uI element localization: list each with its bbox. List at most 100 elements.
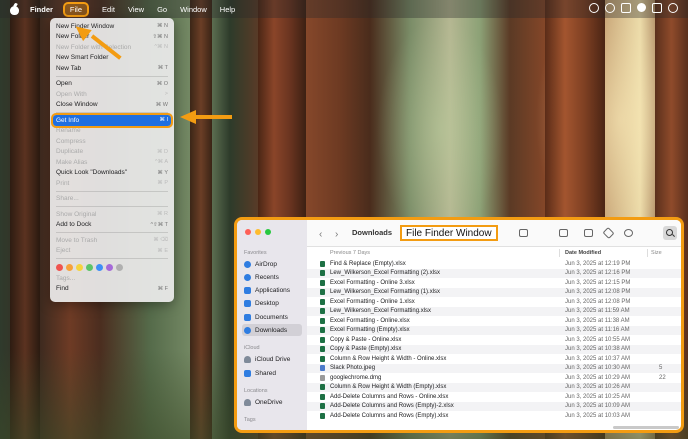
- sidebar-item-desktop[interactable]: Desktop: [242, 297, 302, 309]
- file-row[interactable]: Slack Photo.jpeg Jun 3, 2025 at 10:30 AM 5: [307, 363, 681, 373]
- file-row[interactable]: Add-Delete Columns and Rows (Empty)-2.xl…: [307, 401, 681, 411]
- menu-item-label: Print: [56, 179, 70, 187]
- file-row[interactable]: Copy & Paste - Online.xlsx Jun 3, 2025 at…: [307, 335, 681, 345]
- more-options-icon[interactable]: [624, 229, 633, 237]
- zoom-window-icon[interactable]: [265, 229, 271, 235]
- file-row[interactable]: Excel Formatting (Empty).xlsx Jun 3, 2025…: [307, 325, 681, 335]
- back-chevron-icon[interactable]: ‹: [319, 229, 322, 240]
- menu-separator: [56, 206, 168, 207]
- tag-color-dot[interactable]: [116, 263, 123, 271]
- menu-item-compress: Compress: [50, 136, 174, 147]
- forward-chevron-icon[interactable]: ›: [335, 229, 338, 240]
- file-row[interactable]: Find & Replace (Empty).xlsx Jun 3, 2025 a…: [307, 259, 681, 269]
- cloud-icon[interactable]: [621, 3, 631, 13]
- file-row[interactable]: Excel Formatting - Online 3.xlsx Jun 3, 2…: [307, 278, 681, 288]
- menu-separator: [56, 75, 168, 77]
- play-icon[interactable]: [637, 3, 646, 12]
- menu-item-make-alias: Make Alias ^⌘ A: [50, 157, 174, 168]
- file-row[interactable]: Lew_Wilkerson_Excel Formatting (2).xlsx J…: [307, 268, 681, 278]
- sidebar-item-label: Shared: [255, 369, 276, 377]
- file-row[interactable]: Add-Delete Columns and Rows (Empty).xlsx…: [307, 411, 681, 421]
- tag-icon[interactable]: [602, 226, 615, 240]
- menu-item-new-tab[interactable]: New Tab ⌘ T: [50, 63, 174, 74]
- tag-color-row: [50, 261, 174, 273]
- status-icons: [589, 3, 678, 13]
- file-dropdown-menu: New Finder Window ⌘ N New Folder ⇧⌘ N New Fo…: [50, 18, 174, 302]
- sidebar-item-applications[interactable]: Applications: [242, 284, 302, 296]
- tag-color-dot[interactable]: [76, 263, 83, 271]
- accessibility-icon[interactable]: [605, 3, 615, 13]
- sidebar-item-downloads[interactable]: Downloads: [242, 324, 302, 336]
- horizontal-scrollbar[interactable]: [613, 426, 679, 429]
- menu-item-new-folder[interactable]: New Folder ⇧⌘ N: [50, 32, 174, 43]
- file-row[interactable]: Column & Row Height & Width (Empty).xlsx…: [307, 382, 681, 392]
- file-name: Copy & Paste (Empty).xlsx: [330, 346, 402, 353]
- menu-item-quick-look-downloads[interactable]: Quick Look "Downloads" ⌘ Y: [50, 168, 174, 179]
- menu-separator: [56, 232, 168, 233]
- share-icon[interactable]: [584, 229, 593, 237]
- file-size: 22: [659, 374, 666, 381]
- menu-view[interactable]: View: [128, 5, 144, 14]
- menu-app-finder[interactable]: Finder: [30, 5, 53, 14]
- menu-item-label: Open With: [56, 90, 87, 98]
- menu-item-add-to-dock[interactable]: Add to Dock ^⇧⌘ T: [50, 220, 174, 231]
- battery-icon[interactable]: [668, 3, 678, 13]
- tag-color-dot[interactable]: [66, 263, 73, 271]
- column-divider[interactable]: [647, 249, 648, 257]
- file-name: googlechrome.dmg: [330, 374, 382, 381]
- menu-item-shortcut: ⇧⌘ N: [152, 33, 168, 40]
- file-row[interactable]: Copy & Paste (Empty).xlsx Jun 3, 2025 at …: [307, 344, 681, 354]
- apple-logo-icon[interactable]: [10, 4, 19, 15]
- menu-item-new-finder-window[interactable]: New Finder Window ⌘ N: [50, 21, 174, 32]
- sidebar-heading-icloud: iCloud: [244, 345, 260, 351]
- window-icon[interactable]: [652, 3, 662, 13]
- file-row[interactable]: googlechrome.dmg Jun 3, 2025 at 10:29 AM 2…: [307, 373, 681, 383]
- airdrop-icon: [244, 260, 251, 268]
- search-icon[interactable]: [663, 226, 677, 240]
- menu-item-open[interactable]: Open ⌘ O: [50, 79, 174, 90]
- sidebar-item-documents[interactable]: Documents: [242, 311, 302, 323]
- file-row[interactable]: Excel Formatting - Online.xlsx Jun 3, 202…: [307, 316, 681, 326]
- tag-color-dot[interactable]: [56, 263, 63, 271]
- file-name: Excel Formatting (Empty).xlsx: [330, 327, 410, 334]
- creative-cloud-icon[interactable]: [589, 3, 599, 13]
- tag-color-dot[interactable]: [96, 263, 103, 271]
- menu-item-close-window[interactable]: Close Window ⌘ W: [50, 100, 174, 111]
- file-row[interactable]: Lew_Wilkerson_Excel Formatting.xlsx Jun 3…: [307, 306, 681, 316]
- menu-window[interactable]: Window: [180, 5, 207, 14]
- menu-item-label: Close Window: [56, 101, 98, 109]
- menu-item-shortcut: ^⇧⌘ T: [150, 221, 168, 228]
- sidebar-item-icloud-drive[interactable]: iCloud Drive: [242, 353, 302, 365]
- tag-color-dot[interactable]: [106, 263, 113, 271]
- column-header-date[interactable]: Date Modified: [565, 250, 601, 256]
- sidebar-item-recents[interactable]: Recents: [242, 271, 302, 283]
- desktop-icon: [244, 299, 251, 307]
- menu-edit[interactable]: Edit: [102, 5, 115, 14]
- close-window-icon[interactable]: [245, 229, 251, 235]
- minimize-window-icon[interactable]: [255, 229, 261, 235]
- menu-go[interactable]: Go: [157, 5, 167, 14]
- menu-item-find[interactable]: Find ⌘ F: [50, 284, 174, 295]
- sidebar-item-airdrop[interactable]: AirDrop: [242, 258, 302, 270]
- grid-view-icon[interactable]: [559, 229, 568, 237]
- menu-item-get-info[interactable]: Get Info ⌘ I: [51, 113, 173, 128]
- file-date: Jun 3, 2025 at 10:29 AM: [565, 374, 631, 381]
- column-divider[interactable]: [559, 249, 560, 257]
- file-row[interactable]: Excel Formatting - Online 1.xlsx Jun 3, 2…: [307, 297, 681, 307]
- tag-color-dot[interactable]: [86, 263, 93, 271]
- file-row[interactable]: Lew_Wilkerson_Excel Formatting (1).xlsx J…: [307, 287, 681, 297]
- menu-item-label: Share...: [56, 195, 79, 203]
- sidebar-item-onedrive[interactable]: OneDrive: [242, 396, 302, 408]
- menu-help[interactable]: Help: [220, 5, 235, 14]
- file-row[interactable]: Column & Row Height & Width - Online.xls…: [307, 354, 681, 364]
- column-header-size[interactable]: Size: [651, 250, 662, 256]
- menu-file[interactable]: File: [62, 1, 90, 17]
- list-view-icon[interactable]: [519, 229, 528, 237]
- file-name: Add-Delete Columns and Rows (Empty)-2.xl…: [330, 403, 454, 410]
- column-header-name[interactable]: Previous 7 Days: [330, 250, 370, 256]
- file-row[interactable]: Add-Delete Columns and Rows - Online.xls…: [307, 392, 681, 402]
- menu-item-label: New Tab: [56, 64, 82, 72]
- menu-item-duplicate: Duplicate ⌘ D: [50, 147, 174, 158]
- sidebar-item-shared[interactable]: Shared: [242, 367, 302, 379]
- file-date: Jun 3, 2025 at 10:55 AM: [565, 336, 631, 343]
